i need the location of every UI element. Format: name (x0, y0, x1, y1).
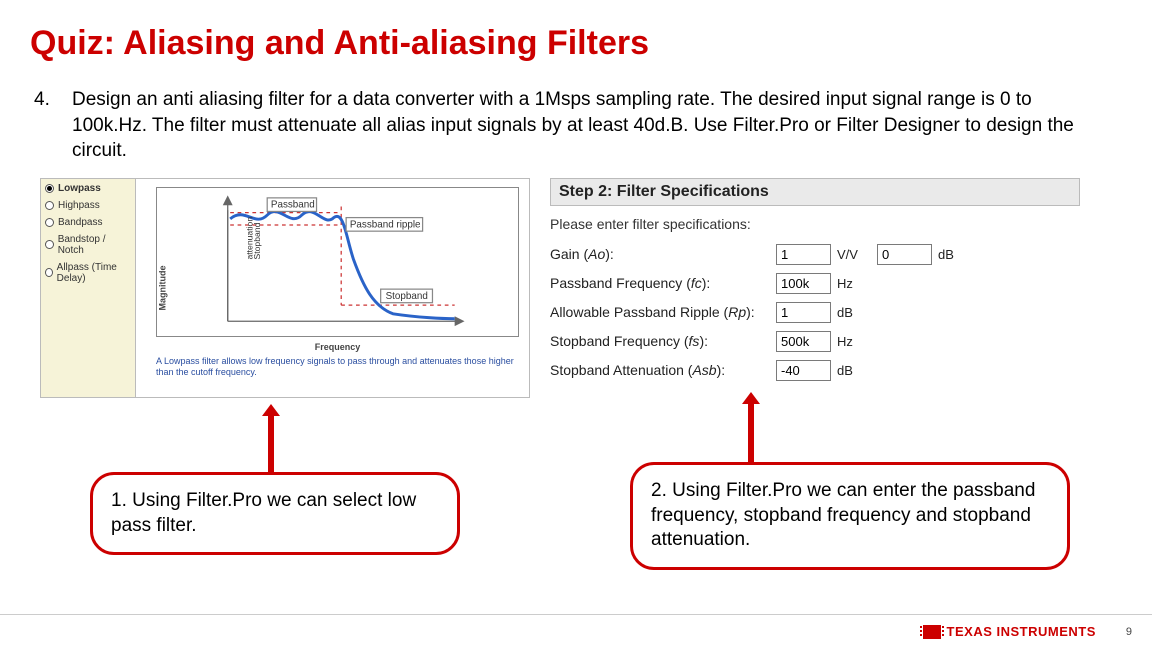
spec-label: Allowable Passband Ripple (Rp): (550, 304, 770, 320)
spec-label: Passband Frequency (fc): (550, 275, 770, 291)
filter-option-lowpass[interactable]: Lowpass (45, 183, 131, 194)
stopband-freq-input[interactable] (776, 331, 831, 352)
stopband-atten-input[interactable] (776, 360, 831, 381)
spec-row-fs: Stopband Frequency (fs): Hz (550, 331, 1080, 352)
unit-label: dB (837, 363, 871, 378)
filter-option-label: Bandpass (58, 217, 102, 228)
slide-footer: TEXAS INSTRUMENTS 9 (0, 614, 1152, 648)
filter-option-label: Lowpass (58, 183, 101, 194)
callout-1: 1. Using Filter.Pro we can select low pa… (90, 472, 460, 555)
stopband-label: Stopband (386, 291, 428, 302)
gain-input[interactable] (776, 244, 831, 265)
spec-row-asb: Stopband Attenuation (Asb): dB (550, 360, 1080, 381)
brand-text: TEXAS INSTRUMENTS (947, 624, 1096, 639)
ripple-label: Passband ripple (350, 219, 421, 230)
page-number: 9 (1126, 626, 1132, 638)
page-title: Quiz: Aliasing and Anti-aliasing Filters (0, 0, 1152, 73)
filter-option-label: Allpass (Time Delay) (57, 262, 131, 284)
filter-option-label: Highpass (58, 200, 100, 211)
step2-header: Step 2: Filter Specifications (550, 178, 1080, 206)
passband-label: Passband (271, 200, 315, 211)
filter-option-bandpass[interactable]: Bandpass (45, 217, 131, 228)
spec-row-gain: Gain (Ao): V/V dB (550, 244, 1080, 265)
filter-spec-form: Step 2: Filter Specifications Please ent… (550, 178, 1080, 398)
filter-option-allpass[interactable]: Allpass (Time Delay) (45, 262, 131, 284)
arrow-icon (268, 414, 274, 472)
filter-option-label: Bandstop / Notch (58, 234, 131, 256)
filter-option-bandstop[interactable]: Bandstop / Notch (45, 234, 131, 256)
filterpro-screenshot: Lowpass Highpass Bandpass Bandstop / Not… (40, 178, 530, 398)
passband-freq-input[interactable] (776, 273, 831, 294)
spec-prompt: Please enter filter specifications: (550, 216, 1080, 232)
question-text: Design an anti aliasing filter for a dat… (72, 87, 1102, 164)
radio-icon (45, 268, 53, 277)
filterpro-note: A Lowpass filter allows low frequency si… (156, 352, 519, 378)
spec-row-rp: Allowable Passband Ripple (Rp): dB (550, 302, 1080, 323)
unit-label: dB (837, 305, 871, 320)
filter-response-chart: Magnitude Passband (142, 179, 529, 397)
spec-label: Gain (Ao): (550, 246, 770, 262)
unit-label: dB (938, 247, 972, 262)
chart-ylabel: Magnitude (158, 265, 168, 310)
spec-label: Stopband Attenuation (Asb): (550, 362, 770, 378)
ti-chip-icon (923, 625, 941, 639)
filter-option-highpass[interactable]: Highpass (45, 200, 131, 211)
radio-icon (45, 184, 54, 193)
unit-label: Hz (837, 334, 871, 349)
lowpass-curve-svg: Passband Passband ripple Stopband attenu… (156, 187, 519, 337)
spec-label: Stopband Frequency (fs): (550, 333, 770, 349)
stopband-atten-label2: attenuation (244, 217, 254, 260)
question-number: 4. (34, 87, 60, 164)
chart-xlabel: Frequency (156, 342, 519, 352)
gain-db-input[interactable] (877, 244, 932, 265)
unit-label: V/V (837, 247, 871, 262)
radio-icon (45, 240, 54, 249)
unit-label: Hz (837, 276, 871, 291)
spec-row-fc: Passband Frequency (fc): Hz (550, 273, 1080, 294)
ti-logo: TEXAS INSTRUMENTS (923, 624, 1096, 639)
question-block: 4. Design an anti aliasing filter for a … (0, 73, 1152, 178)
arrow-icon (748, 402, 754, 462)
radio-icon (45, 218, 54, 227)
filter-type-list: Lowpass Highpass Bandpass Bandstop / Not… (41, 179, 136, 397)
ripple-input[interactable] (776, 302, 831, 323)
radio-icon (45, 201, 54, 210)
callout-2: 2. Using Filter.Pro we can enter the pas… (630, 462, 1070, 570)
